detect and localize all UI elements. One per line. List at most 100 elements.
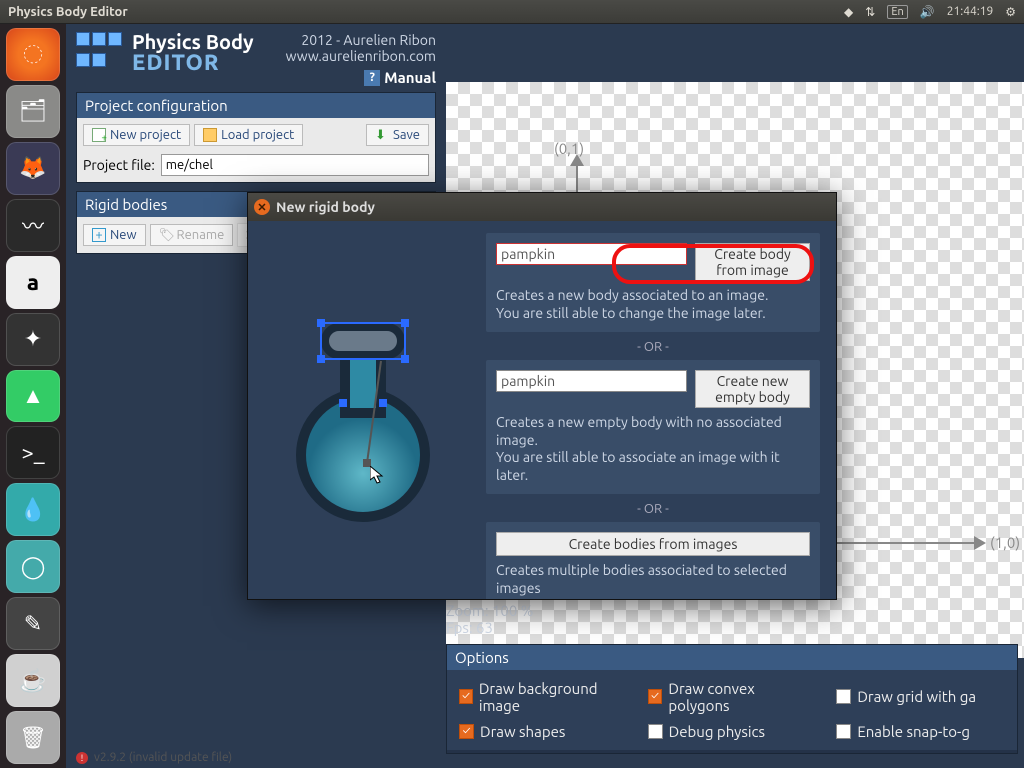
app-url: www.aurelienribon.com bbox=[286, 48, 436, 64]
volume-icon[interactable]: 🔊 bbox=[920, 5, 935, 19]
clock[interactable]: 21:44:19 bbox=[947, 5, 994, 18]
zoom-readout: Zoom: 100 % bbox=[446, 602, 533, 619]
option-draw-grid[interactable]: Draw grid with ga bbox=[836, 678, 1005, 716]
option-snap[interactable]: Enable snap-to-g bbox=[836, 722, 1005, 743]
launcher-system-monitor[interactable]: 〰 bbox=[6, 199, 60, 252]
folder-open-icon bbox=[203, 128, 217, 142]
app-meta: 2012 - Aurelien Ribon www.aurelienribon.… bbox=[286, 32, 436, 86]
save-project-button[interactable]: ⬇ Save bbox=[366, 124, 429, 146]
save-project-label: Save bbox=[393, 128, 420, 142]
desc1b: You are still able to change the image l… bbox=[496, 305, 810, 323]
flask-preview-icon bbox=[283, 295, 443, 525]
option-from-image: Create body from image Creates a new bod… bbox=[486, 233, 820, 332]
options-section: Options Draw background image Draw conve… bbox=[446, 644, 1018, 754]
desc1a: Creates a new body associated to an imag… bbox=[496, 287, 810, 305]
project-file-label: Project file: bbox=[83, 157, 155, 173]
checkbox-icon bbox=[648, 724, 663, 739]
new-project-button[interactable]: + New project bbox=[83, 124, 190, 146]
option-draw-convex[interactable]: Draw convex polygons bbox=[648, 678, 817, 716]
launcher-amarok[interactable]: a bbox=[6, 256, 60, 309]
or-separator-1: - OR - bbox=[486, 340, 820, 354]
create-empty-body-button[interactable]: Create new empty body bbox=[695, 370, 810, 408]
or-separator-2: - OR - bbox=[486, 502, 820, 516]
load-project-button[interactable]: Load project bbox=[194, 124, 303, 146]
dialog-close-button[interactable]: ✕ bbox=[254, 199, 270, 215]
network-icon[interactable]: ⇅ bbox=[865, 5, 875, 19]
checkbox-icon bbox=[836, 689, 851, 704]
create-from-images-button[interactable]: Create bodies from images bbox=[496, 532, 810, 556]
option-debug-physics[interactable]: Debug physics bbox=[648, 722, 817, 743]
launcher-inkscape[interactable]: ✦ bbox=[6, 313, 60, 366]
new-project-label: New project bbox=[110, 128, 181, 142]
launcher-files[interactable]: 🗂 bbox=[6, 85, 60, 138]
option-draw-grid-label: Draw grid with ga bbox=[857, 688, 976, 705]
dropbox-icon[interactable]: ◆ bbox=[844, 5, 853, 19]
new-file-icon: + bbox=[92, 128, 106, 142]
launcher-firefox[interactable]: 🦊 bbox=[6, 142, 60, 195]
launcher-android-studio[interactable]: ▲ bbox=[6, 370, 60, 423]
x-axis-arrowhead-icon bbox=[974, 536, 986, 550]
desc2b: You are still able to associate an image… bbox=[496, 449, 810, 484]
project-config-section: Project configuration + New project Load… bbox=[76, 92, 436, 183]
plus-icon: + bbox=[92, 228, 106, 242]
option-debug-physics-label: Debug physics bbox=[669, 723, 765, 740]
window-title: Physics Body Editor bbox=[8, 5, 128, 19]
launcher-trash[interactable]: 🗑 bbox=[6, 711, 60, 764]
checkbox-icon bbox=[459, 689, 473, 704]
unity-launcher: ◌ 🗂 🦊 〰 a ✦ ▲ >_ 💧 ◯ ✎ ☕ 🗑 bbox=[0, 24, 66, 768]
option-draw-bg[interactable]: Draw background image bbox=[459, 678, 628, 716]
keyboard-lang[interactable]: En bbox=[887, 5, 907, 19]
app-title-line1: Physics Body bbox=[132, 32, 254, 52]
create-from-image-button[interactable]: Create body from image bbox=[695, 243, 810, 281]
checkbox-icon bbox=[648, 689, 663, 704]
manual-button[interactable]: ? Manual bbox=[364, 69, 436, 86]
app-header: Physics Body EDITOR 2012 - Aurelien Ribo… bbox=[76, 24, 436, 92]
app-title-line2: EDITOR bbox=[132, 52, 254, 74]
rename-body-label: Rename bbox=[177, 228, 225, 242]
tag-icon: 🏷 bbox=[159, 228, 173, 242]
app-author: 2012 - Aurelien Ribon bbox=[286, 32, 436, 48]
option-from-image-desc: Creates a new body associated to an imag… bbox=[496, 287, 810, 322]
body-name-input-2[interactable] bbox=[496, 370, 687, 392]
project-file-input[interactable] bbox=[161, 154, 429, 176]
app-logo-icon bbox=[76, 32, 126, 72]
system-menubar: Physics Body Editor ◆ ⇅ En 🔊 21:44:19 ⚙ bbox=[0, 0, 1024, 24]
option-multi-images: Create bodies from images Creates multip… bbox=[486, 522, 820, 599]
dialog-options: Create body from image Creates a new bod… bbox=[478, 221, 836, 599]
option-draw-shapes[interactable]: Draw shapes bbox=[459, 722, 628, 743]
dialog-title: New rigid body bbox=[276, 199, 375, 215]
launcher-chromium[interactable]: ◯ bbox=[6, 540, 60, 593]
option-draw-bg-label: Draw background image bbox=[479, 680, 628, 714]
checkbox-icon bbox=[459, 724, 474, 739]
dialog-titlebar[interactable]: ✕ New rigid body bbox=[248, 193, 836, 221]
fps-readout: Fps: 63 bbox=[446, 619, 533, 636]
new-rigid-body-dialog: ✕ New rigid body bbox=[247, 192, 837, 600]
status-bar: ! v2.9.2 (invalid update file) bbox=[76, 751, 232, 764]
new-body-label: New bbox=[110, 228, 137, 242]
error-icon: ! bbox=[76, 752, 88, 764]
launcher-app-blue[interactable]: 💧 bbox=[6, 483, 60, 536]
option-snap-label: Enable snap-to-g bbox=[857, 723, 970, 740]
manual-label: Manual bbox=[384, 69, 436, 86]
launcher-dash[interactable]: ◌ bbox=[6, 28, 60, 81]
launcher-java[interactable]: ☕ bbox=[6, 654, 60, 707]
desc2a: Creates a new empty body with no associa… bbox=[496, 414, 810, 449]
new-body-button[interactable]: + New bbox=[83, 224, 146, 246]
session-icon[interactable]: ⚙ bbox=[1005, 5, 1016, 19]
body-name-input-1[interactable] bbox=[496, 243, 687, 265]
system-tray: ◆ ⇅ En 🔊 21:44:19 ⚙ bbox=[844, 5, 1016, 19]
launcher-editor[interactable]: ✎ bbox=[6, 597, 60, 650]
status-text: v2.9.2 (invalid update file) bbox=[94, 751, 232, 764]
launcher-terminal[interactable]: >_ bbox=[6, 426, 60, 479]
project-config-header: Project configuration bbox=[77, 93, 435, 118]
mouse-cursor-icon bbox=[370, 466, 386, 486]
option-empty-body: Create new empty body Creates a new empt… bbox=[486, 360, 820, 494]
canvas-stats: Zoom: 100 % Fps: 63 bbox=[446, 602, 533, 636]
app-title: Physics Body EDITOR bbox=[132, 32, 254, 74]
dialog-preview bbox=[248, 221, 478, 599]
option-draw-shapes-label: Draw shapes bbox=[480, 723, 565, 740]
help-icon: ? bbox=[364, 70, 380, 86]
options-header: Options bbox=[447, 645, 1017, 670]
rename-body-button[interactable]: 🏷 Rename bbox=[150, 224, 234, 246]
axis-label-y: (0,1) bbox=[554, 140, 584, 157]
